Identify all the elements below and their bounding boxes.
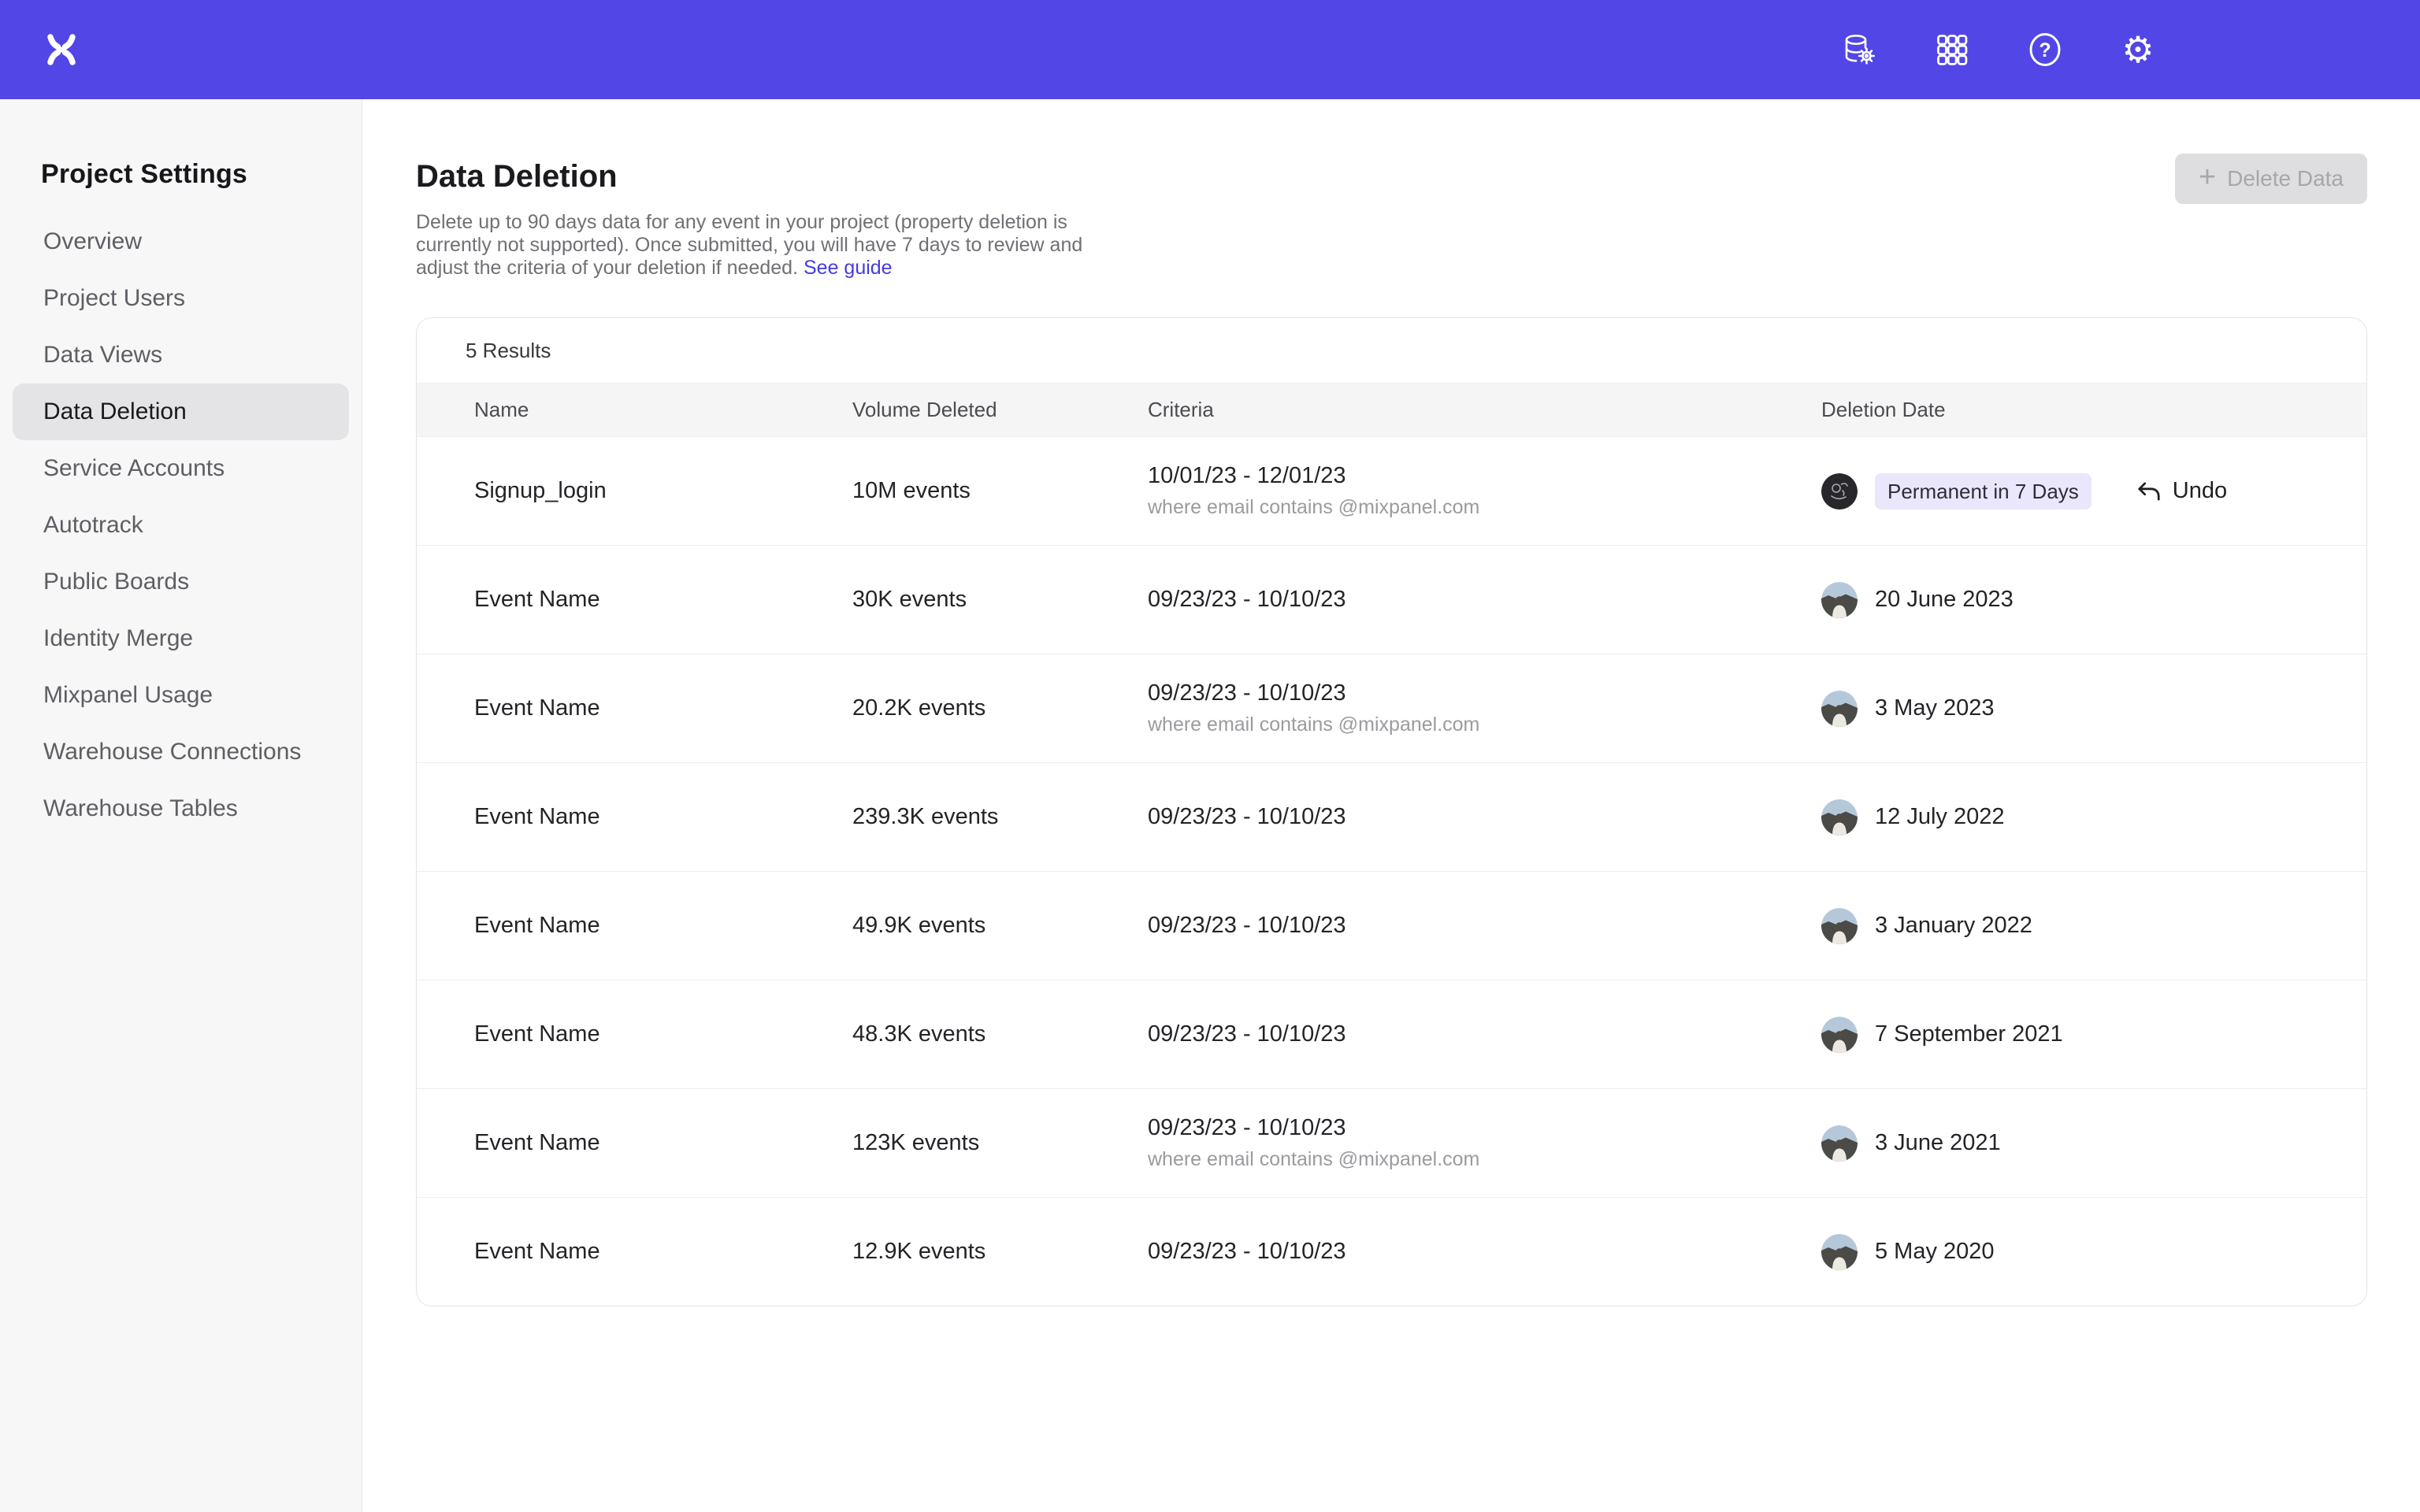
deletion-table-card: 5 Results Name Volume Deleted Criteria D… xyxy=(416,317,2367,1306)
avatar xyxy=(1821,691,1858,727)
event-name-cell: Event Name xyxy=(474,1239,852,1265)
avatar xyxy=(1821,1234,1858,1270)
sidebar-title: Project Settings xyxy=(41,158,362,190)
sidebar-item-service-accounts[interactable]: Service Accounts xyxy=(13,440,349,497)
volume-cell: 239.3K events xyxy=(852,804,1148,830)
volume-cell: 123K events xyxy=(852,1130,1148,1156)
deletion-date-cell: 3 January 2022 xyxy=(1821,908,2366,944)
deletion-date-cell: 3 May 2023 xyxy=(1821,691,2366,727)
avatar xyxy=(1821,799,1858,836)
page-title: Data Deletion xyxy=(416,158,2367,195)
status-badge: Permanent in 7 Days xyxy=(1875,473,2092,510)
see-guide-link[interactable]: See guide xyxy=(804,257,893,279)
criteria-cell: 09/23/23 - 10/10/23 xyxy=(1148,587,1821,613)
sidebar-item-mixpanel-usage[interactable]: Mixpanel Usage xyxy=(13,667,349,724)
table-row: Event Name 49.9K events 09/23/23 - 10/10… xyxy=(417,871,2366,980)
settings-sidebar: Project Settings Overview Project Users … xyxy=(0,99,362,1512)
deletion-date-cell: 12 July 2022 xyxy=(1821,799,2366,836)
avatar xyxy=(1821,473,1858,510)
deletion-date: 7 September 2021 xyxy=(1875,1021,2063,1047)
sidebar-nav: Overview Project Users Data Views Data D… xyxy=(0,213,362,837)
event-name-cell: Event Name xyxy=(474,1130,852,1156)
volume-cell: 20.2K events xyxy=(852,695,1148,721)
table-row: Event Name 20.2K events 09/23/23 - 10/10… xyxy=(417,654,2366,762)
volume-cell: 30K events xyxy=(852,587,1148,613)
event-name-cell: Signup_login xyxy=(474,478,852,504)
event-name-cell: Event Name xyxy=(474,695,852,721)
volume-cell: 49.9K events xyxy=(852,913,1148,939)
deletion-date-cell: 5 May 2020 xyxy=(1821,1234,2366,1270)
sidebar-item-identity-merge[interactable]: Identity Merge xyxy=(13,610,349,667)
avatar xyxy=(1821,582,1858,618)
deletion-date: 12 July 2022 xyxy=(1875,804,2004,830)
column-header-volume: Volume Deleted xyxy=(852,398,1148,422)
event-name-cell: Event Name xyxy=(474,913,852,939)
top-navigation-bar: ? ⚙ xyxy=(0,0,2420,99)
topbar-icon-group: ? ⚙ xyxy=(1842,32,2155,67)
settings-gear-icon[interactable]: ⚙ xyxy=(2121,32,2155,67)
sidebar-item-warehouse-connections[interactable]: Warehouse Connections xyxy=(13,724,349,780)
table-row: Signup_login 10M events 10/01/23 - 12/01… xyxy=(417,436,2366,545)
data-pipeline-settings-icon[interactable] xyxy=(1842,32,1876,67)
volume-cell: 10M events xyxy=(852,478,1148,504)
deletion-date-cell: 20 June 2023 xyxy=(1821,582,2366,618)
deletion-date: 5 May 2020 xyxy=(1875,1239,1995,1265)
criteria-cell: 09/23/23 - 10/10/23 where email contains… xyxy=(1148,680,1821,736)
svg-text:?: ? xyxy=(2039,39,2051,61)
criteria-cell: 09/23/23 - 10/10/23 xyxy=(1148,1021,1821,1047)
table-header-row: Name Volume Deleted Criteria Deletion Da… xyxy=(417,383,2366,436)
plus-icon: + xyxy=(2199,162,2216,192)
undo-button[interactable]: Undo xyxy=(2136,478,2227,505)
deletion-date-cell: 7 September 2021 xyxy=(1821,1017,2366,1053)
avatar xyxy=(1821,908,1858,944)
criteria-cell: 09/23/23 - 10/10/23 where email contains… xyxy=(1148,1115,1821,1171)
criteria-cell: 10/01/23 - 12/01/23 where email contains… xyxy=(1148,463,1821,519)
criteria-subtext: where email contains @mixpanel.com xyxy=(1148,496,1821,519)
sidebar-item-overview[interactable]: Overview xyxy=(13,213,349,270)
avatar xyxy=(1821,1017,1858,1053)
mixpanel-logo-icon[interactable] xyxy=(44,32,79,67)
event-name-cell: Event Name xyxy=(474,1021,852,1047)
criteria-subtext: where email contains @mixpanel.com xyxy=(1148,713,1821,736)
deletion-date: 3 May 2023 xyxy=(1875,695,1995,721)
table-row: Event Name 123K events 09/23/23 - 10/10/… xyxy=(417,1088,2366,1197)
sidebar-item-public-boards[interactable]: Public Boards xyxy=(13,554,349,610)
sidebar-item-autotrack[interactable]: Autotrack xyxy=(13,497,349,554)
table-row: Event Name 48.3K events 09/23/23 - 10/10… xyxy=(417,980,2366,1088)
avatar xyxy=(1821,1125,1858,1162)
sidebar-item-data-deletion[interactable]: Data Deletion xyxy=(13,384,349,440)
table-row: Event Name 30K events 09/23/23 - 10/10/2… xyxy=(417,545,2366,654)
undo-icon xyxy=(2136,478,2162,505)
deletion-date: 20 June 2023 xyxy=(1875,587,2014,613)
main-content: Data Deletion Delete up to 90 days data … xyxy=(363,99,2420,1512)
table-row: Event Name 12.9K events 09/23/23 - 10/10… xyxy=(417,1197,2366,1306)
criteria-cell: 09/23/23 - 10/10/23 xyxy=(1148,1239,1821,1265)
sidebar-item-project-users[interactable]: Project Users xyxy=(13,270,349,327)
column-header-deletion-date: Deletion Date xyxy=(1821,398,2366,422)
volume-cell: 48.3K events xyxy=(852,1021,1148,1047)
deletion-date-cell: 3 June 2021 xyxy=(1821,1125,2366,1162)
criteria-subtext: where email contains @mixpanel.com xyxy=(1148,1148,1821,1171)
column-header-criteria: Criteria xyxy=(1148,398,1821,422)
sidebar-item-data-views[interactable]: Data Views xyxy=(13,327,349,384)
column-header-name: Name xyxy=(474,398,852,422)
volume-cell: 12.9K events xyxy=(852,1239,1148,1265)
apps-grid-icon[interactable] xyxy=(1935,32,1969,67)
results-count: 5 Results xyxy=(417,318,2366,383)
event-name-cell: Event Name xyxy=(474,587,852,613)
criteria-cell: 09/23/23 - 10/10/23 xyxy=(1148,913,1821,939)
deletion-date-cell: Permanent in 7 Days Undo xyxy=(1821,473,2366,510)
delete-data-button[interactable]: + Delete Data xyxy=(2175,154,2367,204)
criteria-cell: 09/23/23 - 10/10/23 xyxy=(1148,804,1821,830)
table-row: Event Name 239.3K events 09/23/23 - 10/1… xyxy=(417,762,2366,871)
deletion-date: 3 June 2021 xyxy=(1875,1130,2001,1156)
help-icon[interactable]: ? xyxy=(2028,32,2062,67)
deletion-date: 3 January 2022 xyxy=(1875,913,2032,939)
page-description: Delete up to 90 days data for any event … xyxy=(416,211,1141,280)
sidebar-item-warehouse-tables[interactable]: Warehouse Tables xyxy=(13,780,349,837)
event-name-cell: Event Name xyxy=(474,804,852,830)
